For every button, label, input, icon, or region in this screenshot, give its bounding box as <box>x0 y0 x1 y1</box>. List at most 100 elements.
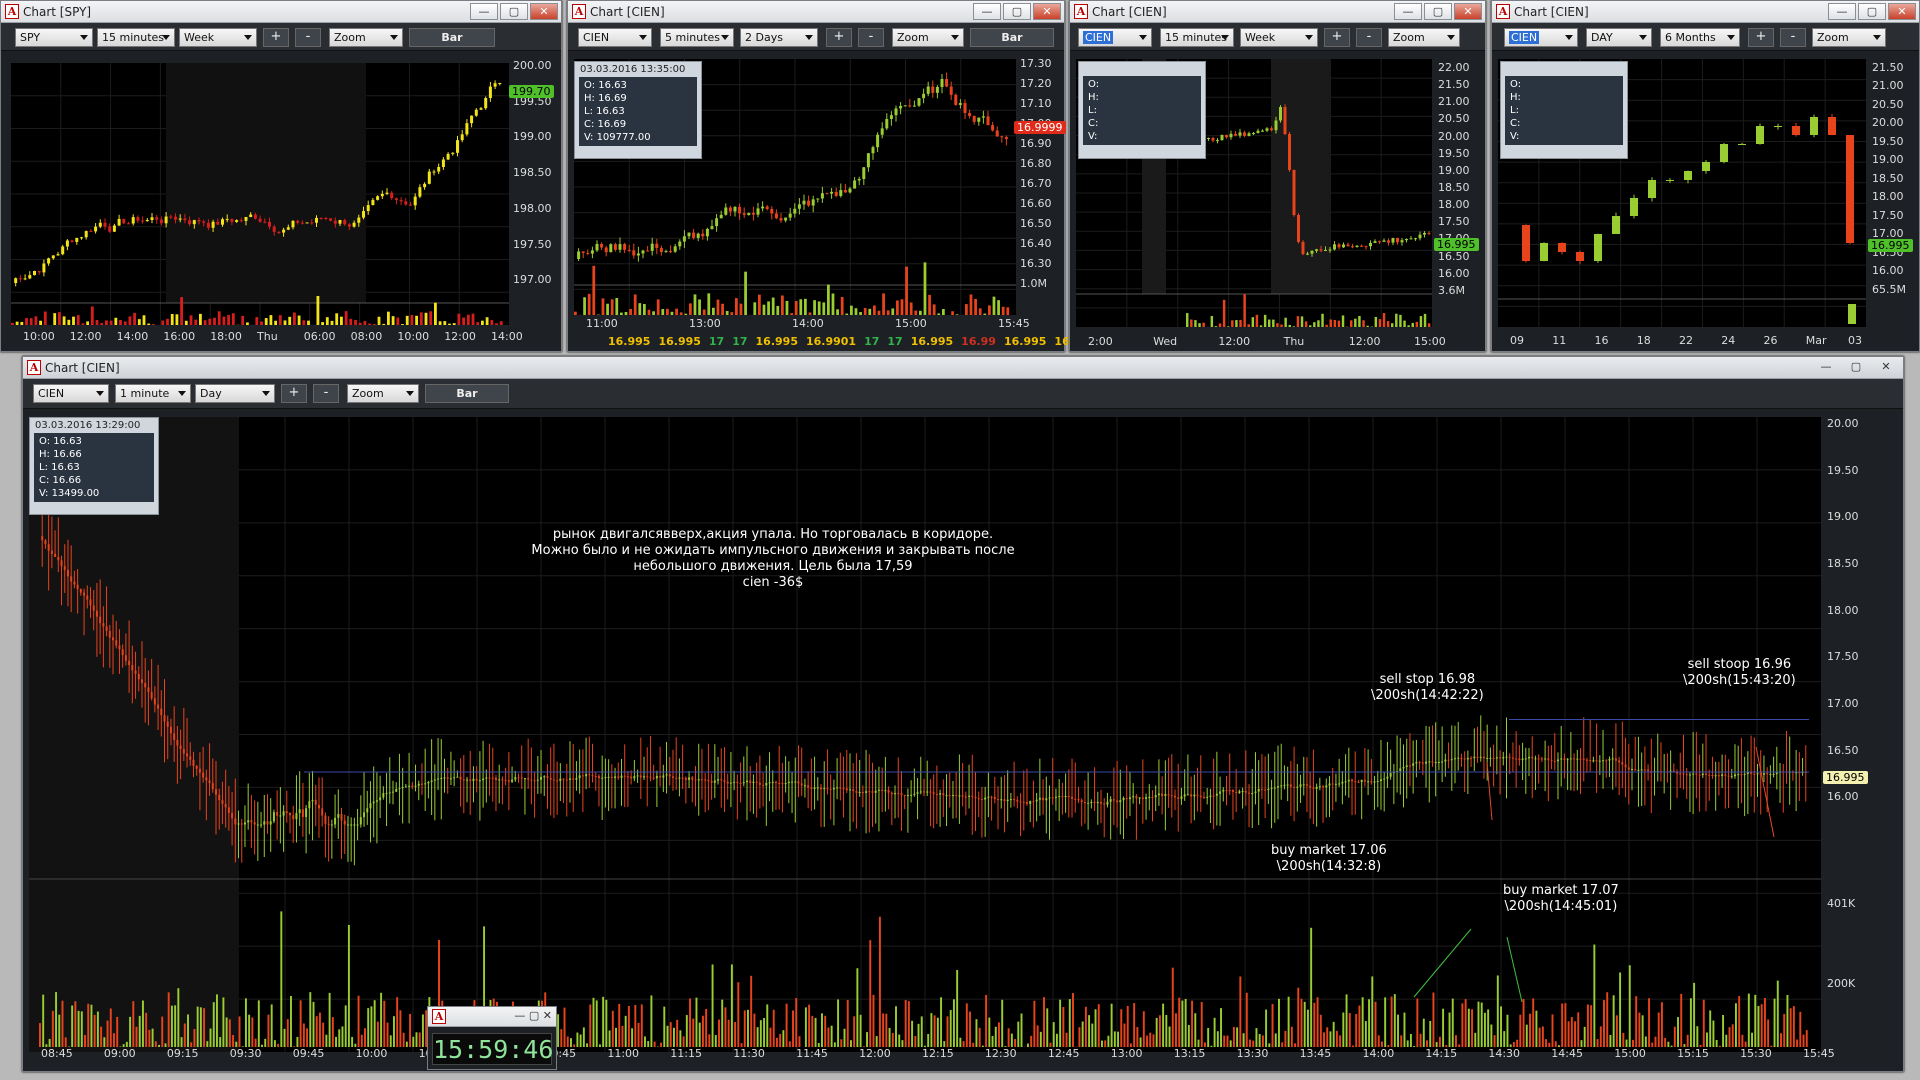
volume-bar <box>409 1013 412 1047</box>
maximize-button[interactable]: ▢ <box>1842 359 1870 376</box>
volume-bar <box>1258 1034 1261 1047</box>
symbol-select[interactable]: CIEN <box>1078 28 1152 47</box>
volume-bar <box>1577 1012 1580 1047</box>
candle-body <box>813 787 816 789</box>
zoom-select[interactable]: Zoom <box>329 28 403 47</box>
y-tick: 3.6M <box>1438 283 1465 297</box>
candle-body <box>291 220 295 228</box>
zoom-out-button[interactable]: - <box>1780 28 1806 47</box>
app-logo-icon: A <box>572 4 586 19</box>
volume-bar <box>919 310 922 315</box>
minimize-button[interactable]: — <box>1828 3 1856 20</box>
range-select[interactable]: Day <box>195 384 275 403</box>
candle-body <box>1389 773 1392 777</box>
volume-bar <box>90 306 94 325</box>
interval-select[interactable]: 5 minutes <box>660 28 734 47</box>
volume-bar <box>730 312 734 315</box>
candle-body <box>1634 768 1637 771</box>
bar-mode-button[interactable]: Bar <box>409 28 495 47</box>
symbol-select[interactable]: CIEN <box>578 28 652 47</box>
bar-mode-button[interactable]: Bar <box>970 28 1054 47</box>
candle-body <box>728 207 732 212</box>
minimize-button[interactable]: — <box>1394 3 1422 20</box>
zoom-in-button[interactable]: + <box>1748 28 1774 47</box>
maximize-button[interactable]: ▢ <box>1858 3 1886 20</box>
close-button[interactable]: ✕ <box>1454 3 1482 20</box>
candle-body <box>33 270 36 276</box>
candle-body <box>260 824 263 826</box>
cien-1min-plot[interactable] <box>29 417 1821 1052</box>
maximize-button[interactable]: ▢ <box>500 3 528 20</box>
candle-body <box>922 93 926 99</box>
interval-select[interactable]: DAY <box>1586 28 1652 47</box>
zoom-in-button[interactable]: + <box>1324 28 1350 47</box>
candle-body <box>1730 776 1733 778</box>
volume-bar <box>705 1008 708 1047</box>
volume-bar <box>843 1028 846 1047</box>
y-tick: 20.00 <box>1872 116 1904 130</box>
candle-body <box>298 809 301 814</box>
trade-value: 16.995 <box>608 335 651 348</box>
candle-body <box>1618 760 1621 763</box>
title-bar[interactable]: A Chart [SPY] — ▢ ✕ <box>1 1 561 23</box>
range-select[interactable]: 2 Days <box>740 28 818 47</box>
title-bar[interactable]: A Chart [CIEN] — ▢ ✕ <box>1070 1 1485 23</box>
volume-bar <box>620 312 623 315</box>
volume-bar <box>1561 1003 1564 1047</box>
zoom-in-button[interactable]: + <box>281 384 307 403</box>
bar-mode-button[interactable]: Bar <box>425 384 509 403</box>
spy-price-plot[interactable] <box>11 63 509 325</box>
title-bar[interactable]: A Chart [CIEN] — ▢ ✕ <box>568 1 1064 23</box>
candle-body <box>1405 765 1408 768</box>
window-controls[interactable]: — ▢ ✕ <box>514 1009 552 1022</box>
close-button[interactable]: ✕ <box>1888 3 1916 20</box>
interval-select[interactable]: 15 minutes <box>1160 28 1234 47</box>
zoom-select[interactable]: Zoom <box>892 28 964 47</box>
zoom-select[interactable]: Zoom <box>347 384 419 403</box>
interval-select[interactable]: 15 minutes <box>97 28 175 47</box>
range-select[interactable]: 6 Months <box>1660 28 1740 47</box>
zoom-in-button[interactable]: + <box>826 28 852 47</box>
title-bar[interactable]: A Chart [CIEN] — ▢ ✕ <box>1492 1 1919 23</box>
close-button[interactable]: ✕ <box>1033 3 1061 20</box>
volume-bar <box>424 312 428 325</box>
title-bar[interactable]: A Chart [CIEN] — ▢ ✕ <box>23 357 1903 379</box>
zoom-select[interactable]: Zoom <box>1812 28 1886 47</box>
maximize-button[interactable]: ▢ <box>1424 3 1452 20</box>
close-button[interactable]: ✕ <box>530 3 558 20</box>
candle-body <box>756 208 760 215</box>
volume-bar <box>76 315 80 325</box>
symbol-select[interactable]: CIEN <box>33 384 109 403</box>
symbol-select[interactable]: CIEN <box>1504 28 1578 47</box>
zoom-out-button[interactable]: - <box>1356 28 1382 47</box>
candle-body <box>1270 128 1273 131</box>
minimize-button[interactable]: — <box>973 3 1001 20</box>
symbol-select[interactable]: SPY <box>15 28 93 47</box>
zoom-out-button[interactable]: - <box>295 28 321 47</box>
volume-bar <box>318 1012 321 1047</box>
candle-body <box>1692 773 1695 775</box>
zoom-out-button[interactable]: - <box>858 28 884 47</box>
minimize-button[interactable]: — <box>1812 359 1840 376</box>
zoom-out-button[interactable]: - <box>313 384 339 403</box>
interval-select[interactable]: 1 minute <box>115 384 191 403</box>
title-bar[interactable]: A — ▢ ✕ <box>428 1007 556 1027</box>
candle-body <box>1248 792 1251 794</box>
volume-bar <box>1200 1002 1203 1047</box>
candle-body <box>388 792 391 794</box>
volume-bar <box>1251 317 1255 327</box>
candle-body <box>857 179 861 181</box>
zoom-select[interactable]: Zoom <box>1388 28 1460 47</box>
close-button[interactable]: ✕ <box>1872 359 1900 376</box>
zoom-in-button[interactable]: + <box>263 28 289 47</box>
volume-bar <box>278 315 282 325</box>
candle-body <box>908 105 912 107</box>
range-select[interactable]: Week <box>1240 28 1318 47</box>
candle-body <box>301 809 304 817</box>
volume-bar <box>1660 1002 1663 1047</box>
candle-body <box>1337 244 1341 248</box>
maximize-button[interactable]: ▢ <box>1003 3 1031 20</box>
range-select[interactable]: Week <box>179 28 257 47</box>
candle-body <box>472 778 475 781</box>
minimize-button[interactable]: — <box>470 3 498 20</box>
